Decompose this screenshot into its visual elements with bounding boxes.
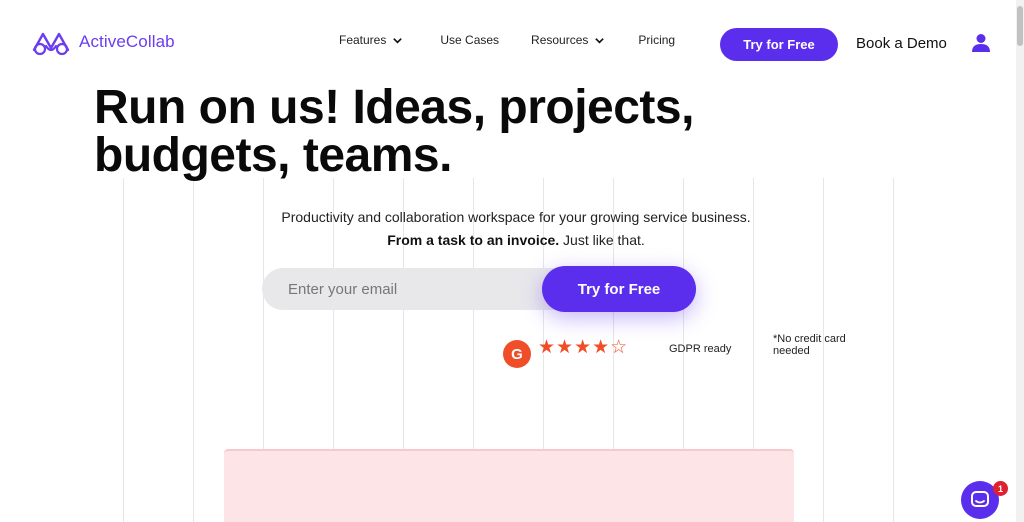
nav-item-resources[interactable]: Resources: [531, 33, 605, 47]
headline-line-2: budgets, teams.: [94, 129, 452, 182]
chevron-down-icon: [393, 37, 403, 44]
book-demo-link[interactable]: Book a Demo: [856, 35, 947, 52]
nav-item-label: Pricing: [638, 33, 676, 47]
brand-logo[interactable]: ActiveCollab: [31, 28, 175, 56]
no-credit-card-label: *No credit card needed: [773, 333, 846, 357]
nav-item-label: Use Cases: [440, 33, 500, 47]
brand-name: ActiveCollab: [79, 32, 175, 51]
scrollbar-thumb[interactable]: [1017, 6, 1023, 46]
top-navigation: ActiveCollab Features Use Cases Resource…: [0, 0, 1016, 84]
nav-menu: Features Use Cases Resources Pricing: [339, 33, 675, 47]
activecollab-logo-icon: [32, 32, 70, 56]
hero-headline: Run on us! Ideas, projects, budgets, tea…: [94, 84, 694, 180]
nav-item-pricing[interactable]: Pricing: [638, 33, 675, 47]
email-signup-form: Try for Free: [262, 266, 696, 312]
tagline-bold: From a task to an invoice.: [387, 232, 560, 248]
hero-tagline: From a task to an invoice. Just like tha…: [8, 232, 1024, 248]
rating-stars: ★★★★☆: [538, 337, 629, 358]
chat-icon: [971, 491, 989, 507]
product-preview-panel: [224, 449, 794, 522]
email-input[interactable]: [288, 268, 538, 310]
headline-line-1: Run on us! Ideas, projects,: [94, 81, 694, 134]
nav-item-use-cases[interactable]: Use Cases: [440, 33, 499, 47]
user-icon[interactable]: [970, 32, 992, 54]
nav-item-label: Features: [339, 33, 387, 47]
try-for-free-hero-button[interactable]: Try for Free: [542, 266, 696, 312]
tagline-rest: Just like that.: [559, 232, 645, 248]
nav-item-features[interactable]: Features: [339, 33, 403, 47]
try-for-free-nav-button[interactable]: Try for Free: [720, 28, 838, 61]
gdpr-label: GDPR ready: [669, 343, 732, 355]
hero-subtitle: Productivity and collaboration workspace…: [281, 209, 751, 225]
chevron-down-icon: [595, 37, 605, 44]
chat-notification-badge: 1: [993, 481, 1008, 496]
nav-item-label: Resources: [531, 33, 589, 47]
g2-badge-icon: G: [503, 340, 531, 368]
page-scrollbar[interactable]: [1016, 0, 1024, 522]
